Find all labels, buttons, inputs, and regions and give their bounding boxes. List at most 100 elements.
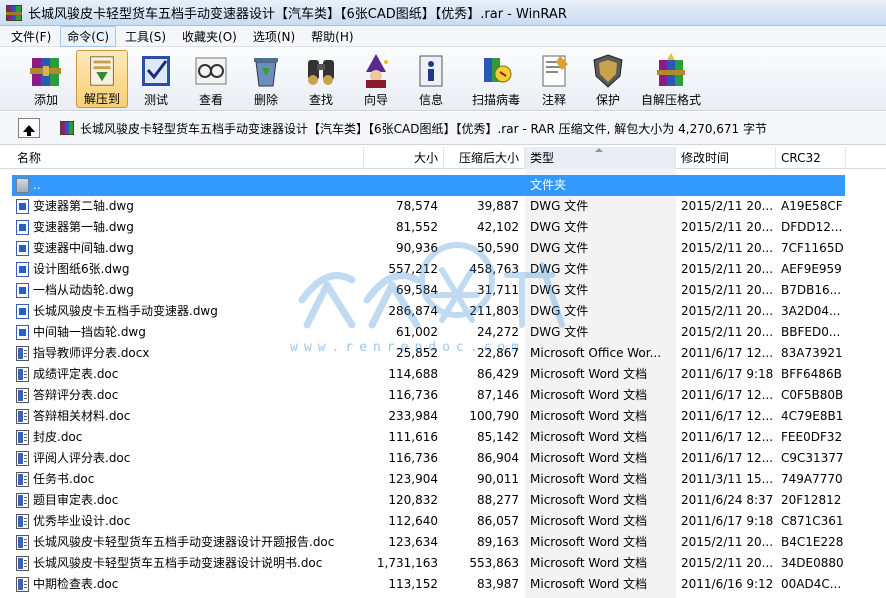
file-row[interactable]: 任务书.doc 123,904 90,011 Microsoft Word 文档 201…: [0, 469, 886, 490]
file-row[interactable]: 长城风骏皮卡轻型货车五档手动变速器设计开题报告.doc 123,634 89,163…: [0, 532, 886, 553]
file-modified: 2011/6/17 12...: [681, 430, 774, 444]
file-packed-size: 87,146: [477, 388, 519, 402]
file-type: DWG 文件: [530, 241, 589, 255]
file-size: 25,852: [396, 346, 438, 360]
sfx-button[interactable]: 自解压格式: [638, 50, 704, 108]
file-row[interactable]: 封皮.doc 111,616 85,142 Microsoft Word 文档 2011…: [0, 427, 886, 448]
info-button[interactable]: 信息: [405, 50, 457, 108]
file-type: DWG 文件: [530, 325, 589, 339]
dwg-file-icon: [16, 304, 29, 319]
file-name: 封皮.doc: [33, 430, 83, 444]
file-modified: [681, 175, 775, 196]
menu-file[interactable]: 文件(F): [4, 26, 58, 47]
file-packed-size: 83,987: [477, 577, 519, 591]
file-name: 变速器第一轴.dwg: [33, 220, 134, 234]
file-size: 123,904: [388, 472, 438, 486]
file-row[interactable]: 答辩相关材料.doc 233,984 100,790 Microsoft Word 文…: [0, 406, 886, 427]
file-name: 长城风骏皮卡五档手动变速器.dwg: [33, 304, 218, 318]
find-button[interactable]: 查找: [295, 50, 347, 108]
file-type: Microsoft Word 文档: [530, 556, 648, 570]
file-packed-size: 90,011: [477, 472, 519, 486]
file-row[interactable]: 成绩评定表.doc 114,688 86,429 Microsoft Word 文档 2…: [0, 364, 886, 385]
file-row[interactable]: 中期检查表.doc 113,152 83,987 Microsoft Word 文档 2…: [0, 574, 886, 595]
protect-shield-icon: [593, 54, 623, 88]
doc-file-icon: [16, 367, 29, 382]
file-size: 116,736: [388, 451, 438, 465]
menu-options[interactable]: 选项(N): [246, 26, 302, 47]
file-row[interactable]: 一档从动齿轮.dwg 69,584 31,711 DWG 文件 2015/2/11 20…: [0, 280, 886, 301]
sort-ascending-icon: [595, 148, 603, 152]
file-packed-size: 458,763: [469, 262, 519, 276]
file-row[interactable]: 题目审定表.doc 120,832 88,277 Microsoft Word 文档 2…: [0, 490, 886, 511]
menu-favorites[interactable]: 收藏夹(O): [175, 26, 244, 47]
doc-file-icon: [16, 451, 29, 466]
file-crc: 83A73921: [781, 346, 843, 360]
comment-button[interactable]: 注释: [528, 50, 580, 108]
file-modified: 2011/6/17 9:18: [681, 514, 774, 528]
delete-button[interactable]: 删除: [240, 50, 292, 108]
file-row[interactable]: 变速器第一轴.dwg 81,552 42,102 DWG 文件 2015/2/11 20…: [0, 217, 886, 238]
file-type: Microsoft Word 文档: [530, 430, 648, 444]
view-button[interactable]: 查看: [185, 50, 237, 108]
file-crc: [781, 175, 845, 196]
wizard-button[interactable]: 向导: [350, 50, 402, 108]
file-packed-size: 86,904: [477, 451, 519, 465]
scan-virus-icon: [484, 58, 512, 83]
info-icon: [419, 55, 443, 87]
file-row[interactable]: 长城风骏皮卡轻型货车五档手动变速器设计说明书.doc 1,731,163 553,8…: [0, 553, 886, 574]
menu-commands[interactable]: 命令(C): [60, 25, 117, 47]
view-glasses-icon: [195, 57, 227, 85]
column-header-name[interactable]: 名称: [12, 147, 364, 169]
file-row[interactable]: 评阅人评分表.doc 116,736 86,904 Microsoft Word 文档…: [0, 448, 886, 469]
path-field[interactable]: 长城风骏皮卡轻型货车五档手动变速器设计【汽车类】【6张CAD图纸】【优秀】.ra…: [60, 117, 886, 139]
extract-to-button[interactable]: 解压到: [76, 50, 128, 108]
file-row[interactable]: 指导教师评分表.docx 25,852 22,867 Microsoft Office…: [0, 343, 886, 364]
menu-help[interactable]: 帮助(H): [304, 26, 360, 47]
scan-virus-button[interactable]: 扫描病毒: [466, 50, 526, 108]
file-row[interactable]: 变速器中间轴.dwg 90,936 50,590 DWG 文件 2015/2/11 20…: [0, 238, 886, 259]
file-crc: B7DB16...: [781, 283, 842, 297]
file-row[interactable]: 长城风骏皮卡五档手动变速器.dwg 286,874 211,803 DWG 文件 201…: [0, 301, 886, 322]
column-header-packed[interactable]: 压缩后大小: [444, 147, 525, 169]
file-name: 长城风骏皮卡轻型货车五档手动变速器设计开题报告.doc: [33, 535, 335, 549]
file-modified: 2011/6/17 12...: [681, 388, 774, 402]
file-row[interactable]: 设计图纸6张.dwg 557,212 458,763 DWG 文件 2015/2/11 …: [0, 259, 886, 280]
sfx-icon: [657, 53, 685, 86]
window-title: 长城风骏皮卡轻型货车五档手动变速器设计【汽车类】【6张CAD图纸】【优秀】.ra…: [28, 7, 567, 22]
file-name: 中间轴一挡齿轮.dwg: [33, 325, 146, 339]
dwg-file-icon: [16, 220, 29, 235]
test-button[interactable]: 测试: [131, 50, 181, 108]
file-size: [364, 175, 438, 196]
column-header-size[interactable]: 大小: [364, 147, 444, 169]
file-packed-size: 86,057: [477, 514, 519, 528]
file-size: 116,736: [388, 388, 438, 402]
path-bar: 长城风骏皮卡轻型货车五档手动变速器设计【汽车类】【6张CAD图纸】【优秀】.ra…: [0, 112, 886, 145]
file-row[interactable]: 中间轴一挡齿轮.dwg 61,002 24,272 DWG 文件 2015/2/11 2…: [0, 322, 886, 343]
file-list[interactable]: 名称 大小 压缩后大小 类型 修改时间 CRC32 .. 文件夹 变速器第二轴.dw…: [0, 147, 886, 598]
file-packed-size: 85,142: [477, 430, 519, 444]
file-type: Microsoft Office Wor...: [530, 346, 662, 360]
doc-file-icon: [16, 472, 29, 487]
dwg-file-icon: [16, 325, 29, 340]
title-bar[interactable]: 长城风骏皮卡轻型货车五档手动变速器设计【汽车类】【6张CAD图纸】【优秀】.ra…: [0, 0, 886, 26]
file-row[interactable]: .. 文件夹: [0, 175, 886, 196]
file-crc: BBFED0...: [781, 325, 841, 339]
file-modified: 2015/2/11 20...: [681, 283, 774, 297]
file-row[interactable]: 变速器第二轴.dwg 78,574 39,887 DWG 文件 2015/2/11 20…: [0, 196, 886, 217]
menu-tools[interactable]: 工具(S): [118, 26, 173, 47]
file-crc: 20F12812: [781, 493, 842, 507]
file-type: Microsoft Word 文档: [530, 388, 648, 402]
column-header-modified[interactable]: 修改时间: [676, 147, 776, 169]
file-packed-size: 86,429: [477, 367, 519, 381]
up-folder-button[interactable]: [18, 118, 40, 138]
add-button[interactable]: 添加: [18, 50, 74, 108]
column-header-type[interactable]: 类型: [525, 147, 676, 169]
file-type: DWG 文件: [530, 220, 589, 234]
protect-button[interactable]: 保护: [582, 50, 634, 108]
file-row[interactable]: 答辩评分表.doc 116,736 87,146 Microsoft Word 文档 2…: [0, 385, 886, 406]
column-header-crc[interactable]: CRC32: [776, 147, 846, 169]
file-type: Microsoft Word 文档: [530, 451, 648, 465]
file-row[interactable]: 优秀毕业设计.doc 112,640 86,057 Microsoft Word 文档…: [0, 511, 886, 532]
file-size: 233,984: [388, 409, 438, 423]
file-modified: 2015/2/11 20...: [681, 241, 774, 255]
